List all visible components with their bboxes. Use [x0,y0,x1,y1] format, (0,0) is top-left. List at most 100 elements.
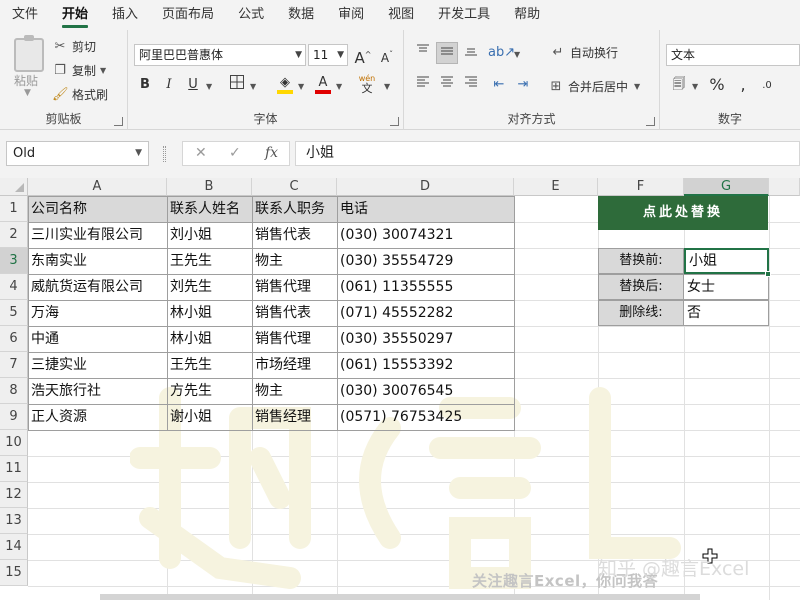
tab-help[interactable]: 帮助 [502,0,552,30]
table-cell[interactable]: 销售代表 [252,222,337,248]
row-header-13[interactable]: 13 [0,508,28,534]
column-header-h[interactable] [769,178,800,196]
table-cell[interactable]: 销售代表 [252,300,337,326]
column-header-d[interactable]: D [337,178,514,196]
fill-handle[interactable] [765,271,771,277]
column-header-b[interactable]: B [167,178,252,196]
row-header-7[interactable]: 7 [0,352,28,378]
tab-view[interactable]: 视图 [376,0,426,30]
chevron-down-icon[interactable]: ▼ [634,82,640,91]
worksheet-grid[interactable]: A B C D E F G 1 2 3 4 5 6 7 8 9 10 11 12… [0,178,800,600]
number-format-combo[interactable]: 文本 [666,44,800,66]
tab-formulas[interactable]: 公式 [226,0,276,30]
align-left-button[interactable] [412,74,434,96]
comma-style-button[interactable]: , [732,74,754,96]
table-cell[interactable]: 三捷实业 [28,352,167,378]
increase-font-size-button[interactable]: A^ [352,44,374,67]
font-size-combo[interactable]: 11 ▼ [308,44,348,66]
option-value-before[interactable]: 小姐 [684,248,769,274]
dialog-launcher-icon[interactable] [646,117,655,126]
phonetic-guide-button[interactable]: wén 文 [356,74,378,96]
table-cell[interactable]: 刘先生 [167,274,252,300]
orientation-button[interactable]: ab↗ [488,42,515,64]
column-header-g[interactable]: G [684,178,769,196]
decrease-font-size-button[interactable]: Aˇ [376,44,398,66]
formula-input[interactable]: 小姐 [295,141,800,166]
table-cell[interactable]: 王先生 [167,352,252,378]
table-cell[interactable]: (0571) 76753425 [337,404,514,430]
table-cell[interactable]: 三川实业有限公司 [28,222,167,248]
option-value-after[interactable]: 女士 [684,274,769,300]
increase-decimal-button[interactable]: .0 [756,74,778,96]
tab-review[interactable]: 审阅 [326,0,376,30]
chevron-down-icon[interactable]: ▼ [295,45,302,65]
table-header-cell[interactable]: 公司名称 [28,196,167,222]
table-cell[interactable]: 林小姐 [167,326,252,352]
tab-developer[interactable]: 开发工具 [426,0,502,30]
formula-bar-resize-handle[interactable] [163,146,166,162]
table-cell[interactable]: (030) 30074321 [337,222,514,248]
chevron-down-icon[interactable]: ▼ [514,50,520,59]
enter-icon[interactable]: ✓ [229,145,241,161]
decrease-indent-button[interactable]: ⇤ [488,74,510,96]
paste-button[interactable]: 粘贴 [14,72,38,89]
table-cell[interactable]: 威航货运有限公司 [28,274,167,300]
wrap-text-button[interactable]: ↵ 自动换行 [550,44,618,61]
align-top-button[interactable] [412,42,434,64]
table-cell[interactable]: 谢小姐 [167,404,252,430]
replace-button[interactable]: 点此处替换 [598,196,768,230]
tab-page-layout[interactable]: 页面布局 [150,0,226,30]
align-middle-button[interactable] [436,42,458,64]
dialog-launcher-icon[interactable] [114,117,123,126]
row-header-6[interactable]: 6 [0,326,28,352]
table-cell[interactable]: (061) 15553392 [337,352,514,378]
row-header-14[interactable]: 14 [0,534,28,560]
font-name-combo[interactable]: 阿里巴巴普惠体 ▼ [134,44,306,66]
table-cell[interactable]: 王先生 [167,248,252,274]
column-header-a[interactable]: A [28,178,167,196]
table-header-cell[interactable]: 联系人姓名 [167,196,252,222]
table-cell[interactable]: 物主 [252,248,337,274]
select-all-button[interactable] [0,178,28,196]
horizontal-scrollbar[interactable] [100,594,700,600]
tab-insert[interactable]: 插入 [100,0,150,30]
row-header-9[interactable]: 9 [0,404,28,430]
name-box[interactable]: Old ▼ [6,141,149,166]
row-header-10[interactable]: 10 [0,430,28,456]
chevron-down-icon[interactable]: ▼ [24,88,31,98]
row-header-5[interactable]: 5 [0,300,28,326]
table-cell[interactable]: (030) 30076545 [337,378,514,404]
chevron-down-icon[interactable]: ▼ [135,142,142,165]
tab-file[interactable]: 文件 [0,0,50,30]
row-header-11[interactable]: 11 [0,456,28,482]
align-bottom-button[interactable] [460,42,482,64]
table-cell[interactable]: 方先生 [167,378,252,404]
table-cell[interactable]: 中通 [28,326,167,352]
row-header-3[interactable]: 3 [0,248,28,274]
table-cell[interactable]: 东南实业 [28,248,167,274]
row-header-8[interactable]: 8 [0,378,28,404]
accounting-format-button[interactable]: 🗐 [668,74,690,96]
row-header-1[interactable]: 1 [0,196,28,222]
percent-style-button[interactable]: % [706,74,728,96]
option-value-strikethrough[interactable]: 否 [684,300,769,326]
row-header-12[interactable]: 12 [0,482,28,508]
format-painter-button[interactable]: 🖌 格式刷 [52,86,108,103]
dialog-launcher-icon[interactable] [390,117,399,126]
chevron-down-icon[interactable]: ▼ [250,82,256,91]
insert-function-icon[interactable]: fx [265,145,278,161]
chevron-down-icon[interactable]: ▼ [337,45,344,65]
chevron-down-icon[interactable]: ▼ [206,82,212,91]
table-cell[interactable]: 林小姐 [167,300,252,326]
font-color-button[interactable]: A [312,72,334,94]
table-cell[interactable]: 物主 [252,378,337,404]
increase-indent-button[interactable]: ⇥ [512,74,534,96]
column-header-e[interactable]: E [514,178,598,196]
paste-icon[interactable] [14,35,44,72]
chevron-down-icon[interactable]: ▼ [336,82,342,91]
underline-button[interactable]: U [182,74,204,96]
table-cell[interactable]: 刘小姐 [167,222,252,248]
row-header-15[interactable]: 15 [0,560,28,586]
table-header-cell[interactable]: 电话 [337,196,514,222]
row-header-4[interactable]: 4 [0,274,28,300]
